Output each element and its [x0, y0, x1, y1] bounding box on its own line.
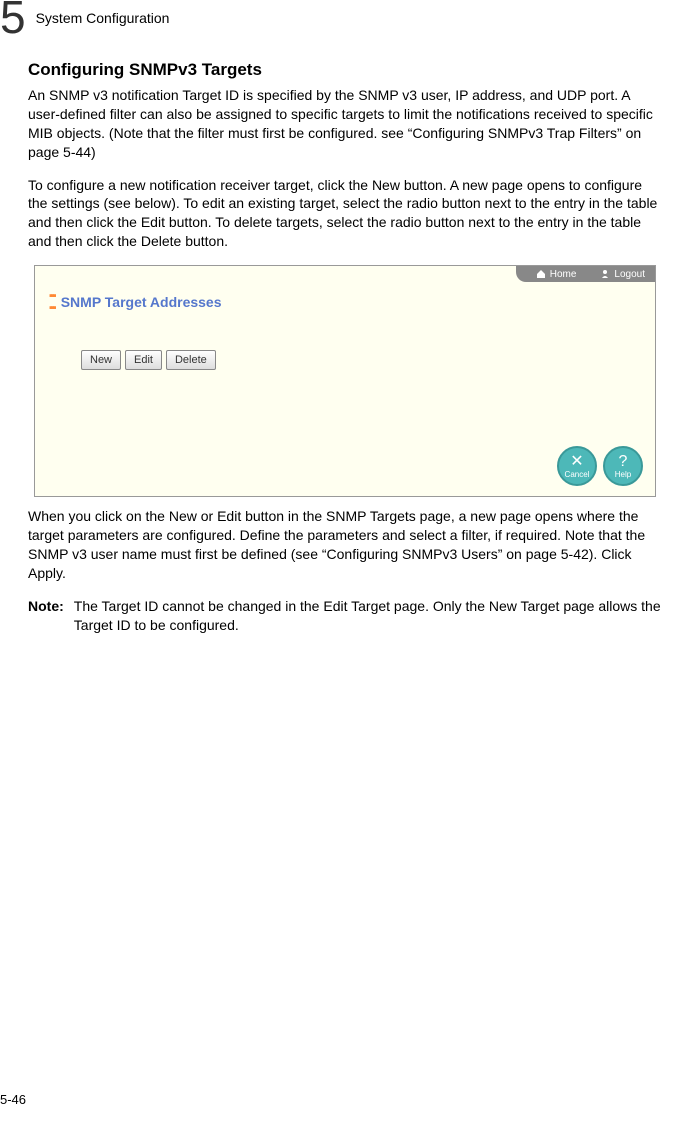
chapter-title: System Configuration	[36, 10, 170, 26]
action-icons: ✕ Cancel ? Help	[557, 446, 643, 486]
paragraph-3: When you click on the New or Edit button…	[28, 507, 662, 583]
page-header: 5 System Configuration	[0, 0, 686, 40]
help-button[interactable]: ? Help	[603, 446, 643, 486]
help-icon: ?	[619, 454, 628, 470]
note-block: Note: The Target ID cannot be changed in…	[28, 597, 662, 635]
cancel-button[interactable]: ✕ Cancel	[557, 446, 597, 486]
screenshot-panel: Home Logout ▪▪▪▪▪▪ SNMP Target Addresses…	[34, 265, 656, 497]
button-row: New Edit Delete	[81, 350, 655, 370]
panel-title: SNMP Target Addresses	[61, 294, 222, 310]
help-label: Help	[615, 470, 631, 479]
note-text: The Target ID cannot be changed in the E…	[74, 597, 662, 635]
note-label: Note:	[28, 597, 64, 635]
grid-icon: ▪▪▪▪▪▪	[49, 290, 55, 314]
logout-label: Logout	[614, 269, 645, 280]
paragraph-2: To configure a new notification receiver…	[28, 176, 662, 252]
cancel-icon: ✕	[570, 454, 583, 470]
logout-icon	[600, 269, 610, 279]
cancel-label: Cancel	[565, 470, 590, 479]
logout-link[interactable]: Logout	[580, 266, 655, 282]
edit-button[interactable]: Edit	[125, 350, 162, 370]
delete-button[interactable]: Delete	[166, 350, 216, 370]
chapter-number: 5	[0, 0, 26, 40]
new-button[interactable]: New	[81, 350, 121, 370]
section-heading: Configuring SNMPv3 Targets	[28, 60, 662, 80]
page-number: 5-46	[0, 1092, 26, 1107]
main-content: Configuring SNMPv3 Targets An SNMP v3 no…	[0, 60, 686, 634]
home-icon	[536, 269, 546, 279]
home-link[interactable]: Home	[516, 266, 587, 282]
top-tabs: Home Logout	[516, 266, 655, 282]
paragraph-1: An SNMP v3 notification Target ID is spe…	[28, 86, 662, 162]
home-label: Home	[550, 269, 577, 280]
